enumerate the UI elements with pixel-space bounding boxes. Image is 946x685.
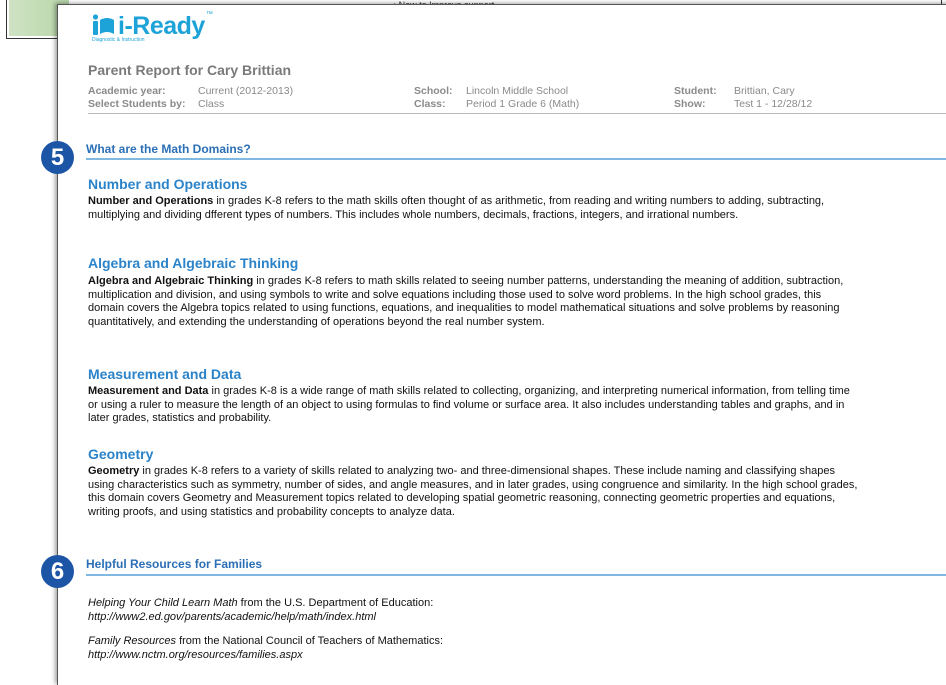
select-students-label: Select Students by:: [88, 98, 186, 110]
school-value: Lincoln Middle School: [466, 85, 569, 97]
domains-section-rule: [86, 158, 946, 160]
class-value: Period 1 Grade 6 (Math): [466, 98, 580, 110]
section-number-badge: 5: [41, 141, 74, 174]
domains-section-title: What are the Math Domains?: [86, 142, 251, 156]
domain-heading-measurement-data: Measurement and Data: [88, 366, 242, 382]
resource-item: Helping Your Child Learn Math from the U…: [88, 597, 433, 624]
logo-trademark: ™: [205, 11, 213, 18]
domain-body-measurement-data: Measurement and Data in grades K-8 is a …: [88, 385, 858, 426]
resource-source: from the U.S. Department of Education:: [237, 597, 434, 609]
resource-item: Family Resources from the National Counc…: [88, 635, 443, 662]
domain-body-number-operations: Number and Operations in grades K-8 refe…: [88, 195, 858, 222]
resource-title: Family Resources: [88, 635, 177, 647]
meta-col-3: Student: Brittian, Cary Show: Test 1 - 12/…: [674, 85, 812, 111]
logo-mark-icon: [92, 14, 114, 35]
student-label: Student:: [674, 85, 717, 97]
domain-lead: Algebra and Algebraic Thinking: [88, 275, 254, 287]
domain-text: in grades K-8 refers to a variety of ski…: [88, 465, 858, 518]
domain-body-geometry: Geometry in grades K-8 refers to a varie…: [88, 465, 858, 519]
domain-body-algebra: Algebra and Algebraic Thinking in grades…: [88, 275, 858, 329]
domain-heading-algebra: Algebra and Algebraic Thinking: [88, 255, 299, 271]
resource-link[interactable]: http://www2.ed.gov/parents/academic/help…: [88, 611, 433, 625]
domain-lead: Geometry: [88, 465, 140, 477]
select-students-value: Class: [198, 98, 225, 110]
school-label: School:: [414, 85, 453, 97]
meta-col-2: School: Lincoln Middle School Class: Perio…: [414, 85, 579, 111]
logo-tagline: Diagnostic & Instruction: [92, 37, 145, 43]
show-value: Test 1 - 12/28/12: [734, 98, 813, 110]
show-label: Show:: [674, 98, 706, 110]
report-title: Parent Report for Cary Brittian: [88, 62, 292, 78]
resource-title: Helping Your Child Learn Math: [88, 597, 238, 609]
resources-section-title: Helpful Resources for Families: [86, 557, 263, 571]
resources-section-rule: [86, 574, 946, 576]
domain-lead: Measurement and Data: [88, 385, 209, 397]
section-number-badge: 6: [41, 555, 74, 588]
class-label: Class:: [414, 98, 446, 110]
parent-report-page: i-Ready ™ Diagnostic & Instruction Paren…: [57, 4, 946, 685]
meta-col-1: Academic year: Current (2012-2013) Select…: [88, 85, 293, 111]
domain-lead: Number and Operations: [88, 195, 214, 207]
header-divider: [88, 113, 946, 114]
domain-heading-geometry: Geometry: [88, 446, 154, 462]
resource-source: from the National Council of Teachers of…: [176, 635, 444, 647]
resource-link[interactable]: http://www.nctm.org/resources/families.a…: [88, 649, 443, 663]
academic-year-value: Current (2012-2013): [198, 85, 294, 97]
student-value: Brittian, Cary: [734, 85, 795, 97]
domain-heading-number-operations: Number and Operations: [88, 176, 248, 192]
academic-year-label: Academic year:: [88, 85, 166, 97]
